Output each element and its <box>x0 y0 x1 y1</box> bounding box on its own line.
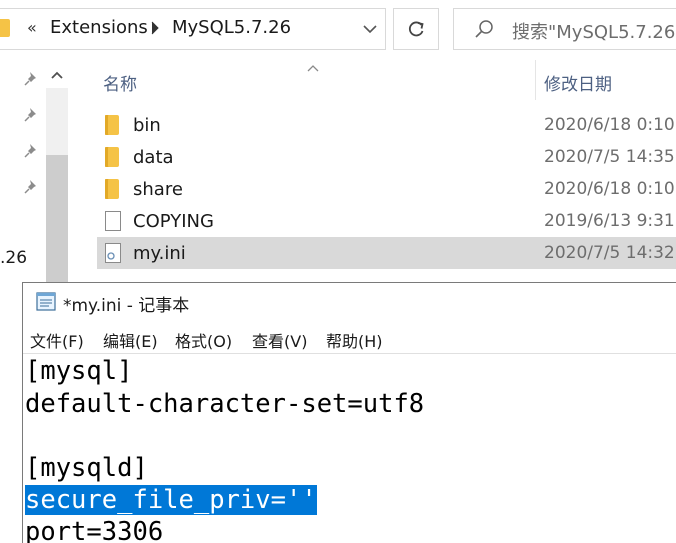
settings-file-icon <box>105 243 121 263</box>
document-icon <box>105 211 121 231</box>
text-editor[interactable]: [mysql] default-character-set=utf8 [mysq… <box>23 353 676 543</box>
file-name: data <box>133 147 174 168</box>
pin-icon[interactable] <box>24 106 40 122</box>
menu-view[interactable]: 查看(V) <box>252 328 307 352</box>
menu-bar: 文件(F) 编辑(E) 格式(O) 查看(V) 帮助(H) <box>23 323 676 353</box>
refresh-icon <box>408 21 424 37</box>
search-placeholder: 搜索"MySQL5.7.26" <box>512 22 676 43</box>
scrollbar-thumb[interactable] <box>46 155 68 288</box>
file-date: 2020/7/5 14:32 <box>544 243 675 263</box>
file-name: my.ini <box>133 243 186 264</box>
file-row-data[interactable]: data 2020/7/5 14:35 <box>97 141 676 173</box>
menu-edit[interactable]: 编辑(E) <box>103 328 158 352</box>
file-name: bin <box>133 115 161 136</box>
folder-icon <box>0 19 10 37</box>
search-icon <box>474 19 494 39</box>
menu-file[interactable]: 文件(F) <box>30 328 84 352</box>
pin-icon[interactable] <box>24 178 40 194</box>
file-row-bin[interactable]: bin 2020/6/18 0:10 <box>97 109 676 141</box>
file-row-copying[interactable]: COPYING 2019/6/13 9:31 <box>97 205 676 237</box>
file-row-my-ini[interactable]: my.ini 2020/7/5 14:32 <box>97 237 676 269</box>
file-date: 2019/6/13 9:31 <box>544 211 675 231</box>
column-header-date[interactable]: 修改日期 <box>544 70 612 95</box>
breadcrumb-mysql[interactable]: MySQL5.7.26 <box>172 18 291 38</box>
sort-ascending-icon <box>306 58 320 72</box>
folder-icon <box>105 147 119 167</box>
chevron-down-icon[interactable] <box>356 18 384 40</box>
text-line: default-character-set=utf8 <box>25 389 425 419</box>
file-date: 2020/6/18 0:10 <box>544 179 675 199</box>
menu-format[interactable]: 格式(O) <box>175 328 232 352</box>
file-name: share <box>133 179 183 200</box>
window-title: *my.ini - 记事本 <box>63 296 190 316</box>
pin-icon[interactable] <box>24 142 40 158</box>
text-line: [mysql] <box>25 356 133 386</box>
scroll-up-icon[interactable] <box>46 64 68 86</box>
nav-item-label[interactable]: .26 <box>0 248 27 268</box>
notepad-window[interactable]: *my.ini - 记事本 文件(F) 编辑(E) 格式(O) 查看(V) 帮助… <box>22 282 676 543</box>
pin-icon[interactable] <box>24 70 40 86</box>
file-row-share[interactable]: share 2020/6/18 0:10 <box>97 173 676 205</box>
text-line: port=3306 <box>25 517 164 543</box>
column-divider[interactable] <box>535 60 536 100</box>
chevron-right-icon[interactable] <box>150 21 160 39</box>
file-date: 2020/7/5 14:35 <box>544 147 675 167</box>
breadcrumb-extensions[interactable]: Extensions <box>50 18 148 38</box>
file-date: 2020/6/18 0:10 <box>544 115 675 135</box>
notepad-icon <box>35 290 57 312</box>
column-header-name[interactable]: 名称 <box>103 70 137 95</box>
refresh-button[interactable] <box>393 8 439 50</box>
text-line: [mysqld] <box>25 453 148 483</box>
menu-help[interactable]: 帮助(H) <box>326 328 383 352</box>
breadcrumb-overflow[interactable]: « <box>27 18 37 38</box>
folder-icon <box>105 179 119 199</box>
folder-icon <box>105 115 119 135</box>
file-name: COPYING <box>133 211 214 232</box>
text-line-selected: secure_file_priv='' <box>25 485 317 515</box>
